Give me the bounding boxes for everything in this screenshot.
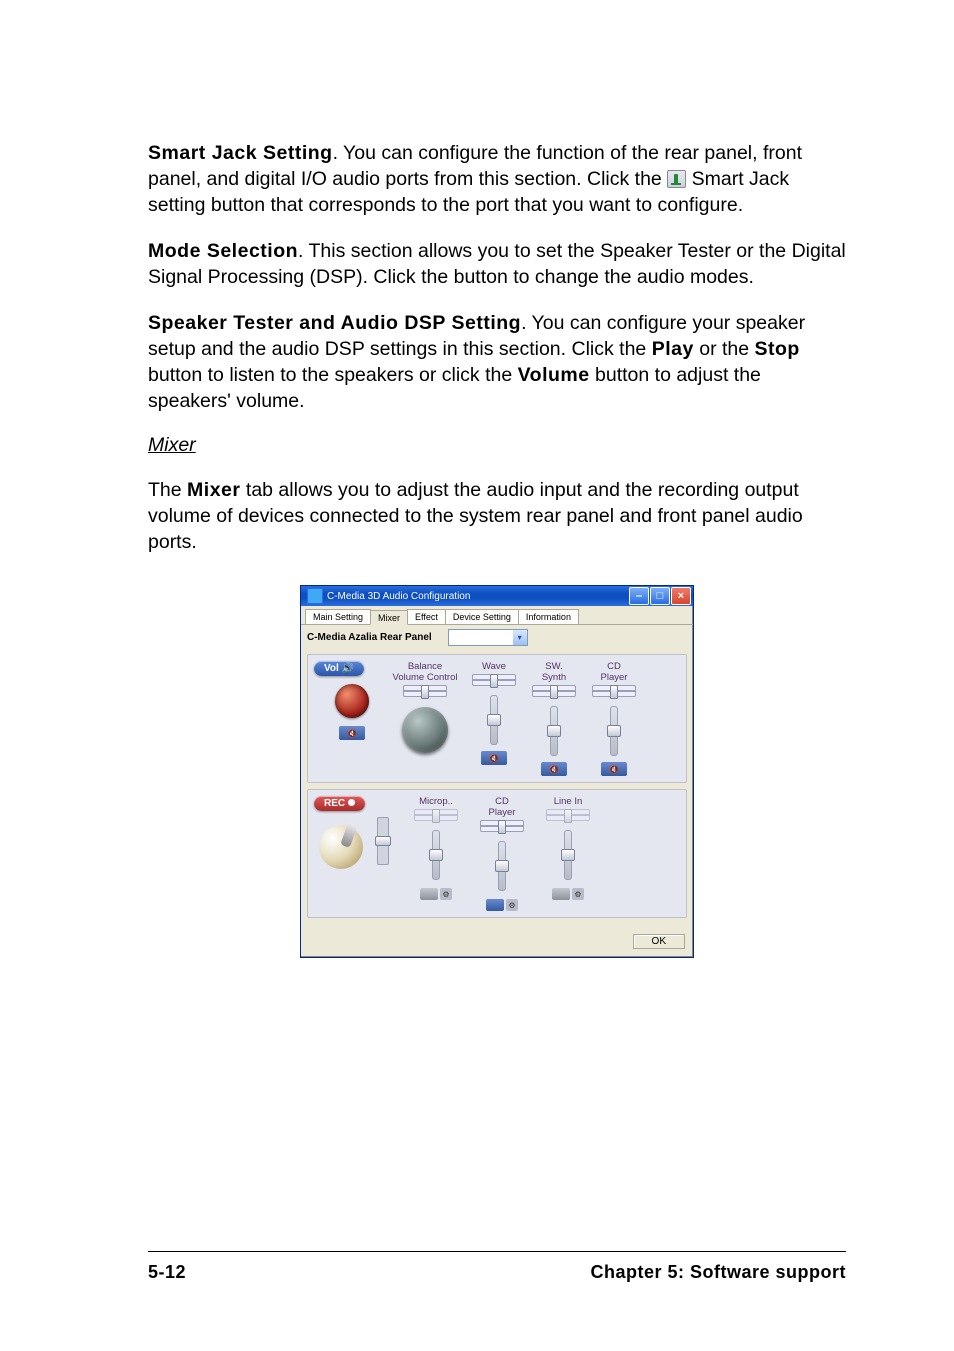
mute-icon: 🔇 (609, 765, 619, 774)
app-icon (307, 588, 323, 604)
tab-mixer[interactable]: Mixer (370, 610, 408, 625)
rec-linein-mute-button[interactable] (552, 888, 570, 900)
rec-level-slider[interactable] (377, 817, 389, 865)
rec-channel-cd: CD Player ⚙ (478, 796, 526, 911)
page-footer: 5-12 Chapter 5: Software support (148, 1251, 846, 1283)
rec-linein-balance[interactable] (546, 809, 590, 821)
inline-stop: Stop (755, 338, 800, 360)
vol-pill: Vol 🔊 (314, 661, 364, 676)
mixer-window: C-Media 3D Audio Configuration – □ × Mai… (300, 585, 694, 958)
inline-volume: Volume (518, 364, 590, 386)
cd-fader[interactable] (610, 706, 618, 756)
tab-main-setting[interactable]: Main Setting (305, 609, 371, 624)
cd-mute-button[interactable]: 🔇 (601, 762, 627, 776)
rec-channel-linein: Line In ⚙ (544, 796, 592, 911)
synth-mute-button[interactable]: 🔇 (541, 762, 567, 776)
page-number: 5-12 (148, 1262, 186, 1283)
master-balance-slider[interactable] (403, 685, 447, 697)
tab-information[interactable]: Information (518, 609, 579, 624)
rec-channel-mic: Microp.. ⚙ (412, 796, 460, 911)
close-button[interactable]: × (671, 587, 691, 605)
wave-fader[interactable] (490, 695, 498, 745)
mixer-subheading: Mixer (148, 434, 846, 457)
speaker-icon: 🔊 (342, 663, 354, 674)
rec-linein-settings-button[interactable]: ⚙ (572, 888, 584, 900)
record-group: REC Microp.. (307, 789, 687, 918)
para-speaker-tester: Speaker Tester and Audio DSP Setting. Yo… (148, 310, 846, 414)
tab-strip: Main Setting Mixer Effect Device Setting… (301, 606, 693, 625)
chevron-down-icon: ▾ (513, 630, 527, 645)
chapter-label: Chapter 5: Software support (590, 1262, 846, 1283)
para-mixer-desc: The Mixer tab allows you to adjust the a… (148, 477, 846, 555)
volume-group: Vol 🔊 🔇 Balance Volume Control (307, 654, 687, 783)
tab-device-setting[interactable]: Device Setting (445, 609, 519, 624)
maximize-button[interactable]: □ (650, 587, 670, 605)
record-dot-icon (348, 799, 355, 806)
wave-mute-button[interactable]: 🔇 (481, 751, 507, 765)
synth-fader[interactable] (550, 706, 558, 756)
rec-pill: REC (314, 796, 365, 811)
ok-button[interactable]: OK (633, 934, 685, 949)
rec-cd-mute-button[interactable] (486, 899, 504, 911)
rec-mic-fader[interactable] (432, 830, 440, 880)
mode-selection-heading: Mode Selection (148, 240, 298, 262)
balance-knob[interactable] (402, 707, 448, 753)
mute-icon: 🔇 (347, 729, 357, 738)
channel-wave: Wave 🔇 (470, 661, 518, 776)
window-title: C-Media 3D Audio Configuration (327, 591, 628, 602)
para-smart-jack: Smart Jack Setting. You can configure th… (148, 140, 846, 218)
inline-mixer-bold: Mixer (187, 479, 240, 501)
master-mute-button[interactable]: 🔇 (339, 726, 365, 740)
panel-select-row: C-Media Azalia Rear Panel ▾ (301, 625, 693, 650)
smart-jack-inline-icon (667, 170, 686, 188)
microphone-icon (319, 825, 363, 869)
rec-cd-fader[interactable] (498, 841, 506, 891)
mute-icon: 🔇 (549, 765, 559, 774)
speaker-tester-heading: Speaker Tester and Audio DSP Setting (148, 312, 521, 334)
channel-synth: SW. Synth 🔇 (530, 661, 578, 776)
rec-mic-balance[interactable] (414, 809, 458, 821)
rec-cd-balance[interactable] (480, 820, 524, 832)
synth-balance[interactable] (532, 685, 576, 697)
para-mode-selection: Mode Selection. This section allows you … (148, 238, 846, 290)
balance-label: Balance Volume Control (393, 661, 458, 683)
minimize-button[interactable]: – (629, 587, 649, 605)
channel-cd: CD Player 🔇 (590, 661, 638, 776)
cd-balance[interactable] (592, 685, 636, 697)
rec-mic-mute-button[interactable] (420, 888, 438, 900)
panel-dropdown[interactable]: ▾ (448, 629, 528, 646)
mute-icon: 🔇 (489, 754, 499, 763)
tab-effect[interactable]: Effect (407, 609, 446, 624)
panel-select-label: C-Media Azalia Rear Panel (307, 632, 432, 643)
master-volume-knob[interactable] (335, 684, 369, 718)
inline-play: Play (652, 338, 694, 360)
wave-balance[interactable] (472, 674, 516, 686)
smart-jack-heading: Smart Jack Setting (148, 142, 333, 164)
rec-mic-settings-button[interactable]: ⚙ (440, 888, 452, 900)
rec-cd-settings-button[interactable]: ⚙ (506, 899, 518, 911)
rec-linein-fader[interactable] (564, 830, 572, 880)
titlebar[interactable]: C-Media 3D Audio Configuration – □ × (301, 586, 693, 606)
